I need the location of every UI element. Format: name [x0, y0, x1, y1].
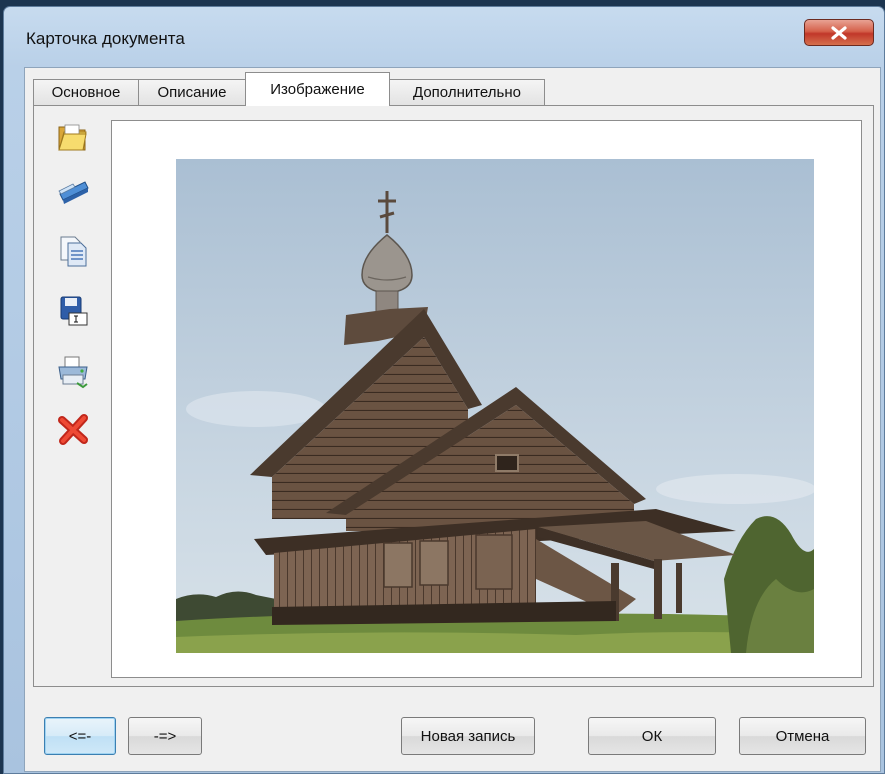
print-icon — [58, 356, 88, 389]
cancel-button[interactable]: Отмена — [739, 717, 866, 755]
save-icon — [60, 296, 88, 326]
scanner-icon — [58, 181, 89, 204]
ok-button[interactable]: ОК — [588, 717, 716, 755]
window-title: Карточка документа — [26, 29, 185, 48]
open-file-button[interactable] — [52, 116, 94, 158]
dialog-window: Карточка документа Основное Описание Изо… — [3, 6, 885, 774]
tab-main[interactable]: Основное — [33, 79, 139, 105]
copy-icon — [60, 236, 87, 267]
previous-record-button[interactable]: <=- — [44, 717, 116, 755]
next-record-button[interactable]: -=> — [128, 717, 202, 755]
image-preview-frame — [111, 120, 862, 678]
scan-button[interactable] — [52, 169, 94, 211]
tab-additional[interactable]: Дополнительно — [389, 79, 545, 105]
save-button[interactable] — [52, 290, 94, 332]
delete-button[interactable] — [52, 408, 94, 450]
new-record-button[interactable]: Новая запись — [401, 717, 535, 755]
copy-button[interactable] — [52, 230, 94, 272]
tab-description[interactable]: Описание — [138, 79, 246, 105]
tab-image[interactable]: Изображение — [245, 72, 390, 106]
image-tab-panel — [33, 105, 874, 687]
close-icon — [831, 25, 847, 40]
delete-icon — [58, 414, 88, 445]
print-button[interactable] — [52, 350, 94, 392]
church-photo — [176, 159, 814, 653]
dialog-client-area: Основное Описание Изображение Дополнител… — [24, 67, 881, 772]
open-folder-icon — [58, 124, 87, 151]
close-button[interactable] — [804, 19, 874, 46]
